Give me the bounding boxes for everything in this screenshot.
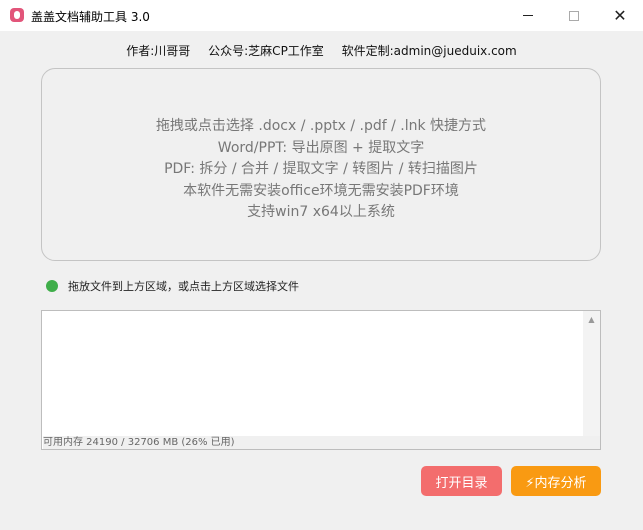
maximize-button[interactable] <box>551 0 597 31</box>
file-drop-zone[interactable]: 拖拽或点击选择 .docx / .pptx / .pdf / .lnk 快捷方式… <box>41 68 601 261</box>
drop-line: Word/PPT: 导出原图 + 提取文字 <box>217 139 425 156</box>
title-bar: 盖盖文档辅助工具 3.0 ✕ <box>0 0 643 31</box>
status-indicator-icon <box>46 280 58 292</box>
open-directory-button[interactable]: 打开目录 <box>421 466 502 496</box>
memory-status: 可用内存 24190 / 32706 MB (26% 已用) <box>43 436 600 449</box>
close-icon: ✕ <box>613 5 627 25</box>
window-title: 盖盖文档辅助工具 3.0 <box>31 10 150 24</box>
official-account-label: 公众号:芝麻CP工作室 <box>208 44 324 58</box>
status-text: 拖放文件到上方区域，或点击上方区域选择文件 <box>68 280 299 293</box>
close-button[interactable]: ✕ <box>597 0 643 31</box>
info-bar: 作者:川哥哥 公众号:芝麻CP工作室 软件定制:admin@jueduix.co… <box>0 42 643 59</box>
author-label: 作者:川哥哥 <box>126 44 191 58</box>
scroll-up-icon[interactable]: ▲ <box>583 311 600 328</box>
minimize-icon <box>523 15 533 16</box>
log-scrollbar[interactable]: ▲ <box>583 311 600 436</box>
minimize-button[interactable] <box>505 0 551 31</box>
app-icon <box>10 8 24 22</box>
drop-line: 本软件无需安装office环境无需安装PDF环境 <box>183 182 459 199</box>
drop-zone-instructions: 拖拽或点击选择 .docx / .pptx / .pdf / .lnk 快捷方式… <box>42 116 600 224</box>
status-row: 拖放文件到上方区域，或点击上方区域选择文件 <box>46 279 299 293</box>
drop-line: 拖拽或点击选择 .docx / .pptx / .pdf / .lnk 快捷方式 <box>155 118 487 134</box>
memory-analysis-button[interactable]: ⚡内存分析 <box>511 466 601 496</box>
log-output-area[interactable]: ▲ 可用内存 24190 / 32706 MB (26% 已用) <box>41 310 601 450</box>
drop-line: 支持win7 x64以上系统 <box>247 204 395 220</box>
drop-line: PDF: 拆分 / 合并 / 提取文字 / 转图片 / 转扫描图片 <box>164 161 478 177</box>
custom-contact-label: 软件定制:admin@jueduix.com <box>341 44 517 58</box>
maximize-icon <box>569 10 579 21</box>
